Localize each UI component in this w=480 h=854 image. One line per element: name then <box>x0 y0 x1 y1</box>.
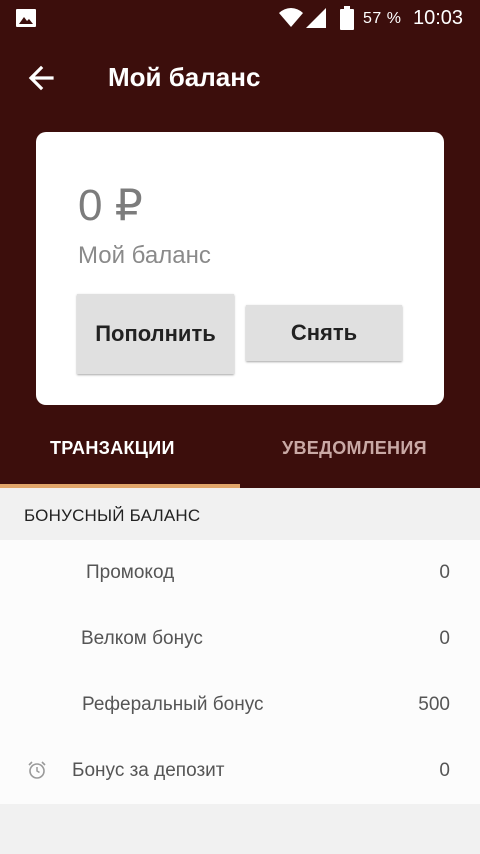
balance-card: 0 ₽ Мой баланс Пополнить Снять <box>36 132 444 405</box>
withdraw-button[interactable]: Снять <box>246 305 402 361</box>
tab-transactions[interactable]: ТРАНЗАКЦИИ <box>50 438 175 459</box>
bonus-name: Реферальный бонус <box>82 694 264 715</box>
bonus-list: Промокод 0 Велком бонус 0 Реферальный бо… <box>0 540 480 804</box>
tab-notifications[interactable]: УВЕДОМЛЕНИЯ <box>282 438 427 459</box>
bonus-value: 0 <box>439 628 450 649</box>
page-title: Мой баланс <box>108 62 261 92</box>
bonus-header: БОНУСНЫЙ БАЛАНС <box>24 506 201 525</box>
balance-label: Мой баланс <box>78 242 211 269</box>
back-arrow-icon[interactable] <box>24 60 60 96</box>
battery-percent: 57 % <box>363 10 402 27</box>
bonus-value: 500 <box>418 694 450 715</box>
header-area: 57 % 10:03 Мой баланс 0 ₽ Мой баланс Поп… <box>0 0 480 488</box>
clock: 10:03 <box>413 7 464 29</box>
bonus-value: 0 <box>439 562 450 583</box>
topup-button[interactable]: Пополнить <box>77 294 234 374</box>
status-bar: 57 % 10:03 <box>0 0 480 38</box>
bonus-name: Промокод <box>86 562 175 583</box>
wifi-icon <box>279 8 303 27</box>
bonus-name: Бонус за депозит <box>72 760 225 781</box>
alarm-clock-icon <box>28 761 46 779</box>
bonus-row-deposit: Бонус за депозит 0 <box>0 738 480 804</box>
bonus-row-referral: Реферальный бонус 500 <box>0 672 480 738</box>
signal-icon <box>306 8 326 28</box>
balance-amount: 0 ₽ <box>78 181 143 230</box>
bonus-row-welcome: Велком бонус 0 <box>0 606 480 672</box>
image-notification-icon <box>16 9 36 27</box>
active-tab-indicator <box>0 484 240 488</box>
bonus-row-promocode: Промокод 0 <box>0 540 480 606</box>
battery-icon <box>340 6 354 30</box>
bonus-name: Велком бонус <box>81 628 203 649</box>
bonus-value: 0 <box>439 760 450 781</box>
